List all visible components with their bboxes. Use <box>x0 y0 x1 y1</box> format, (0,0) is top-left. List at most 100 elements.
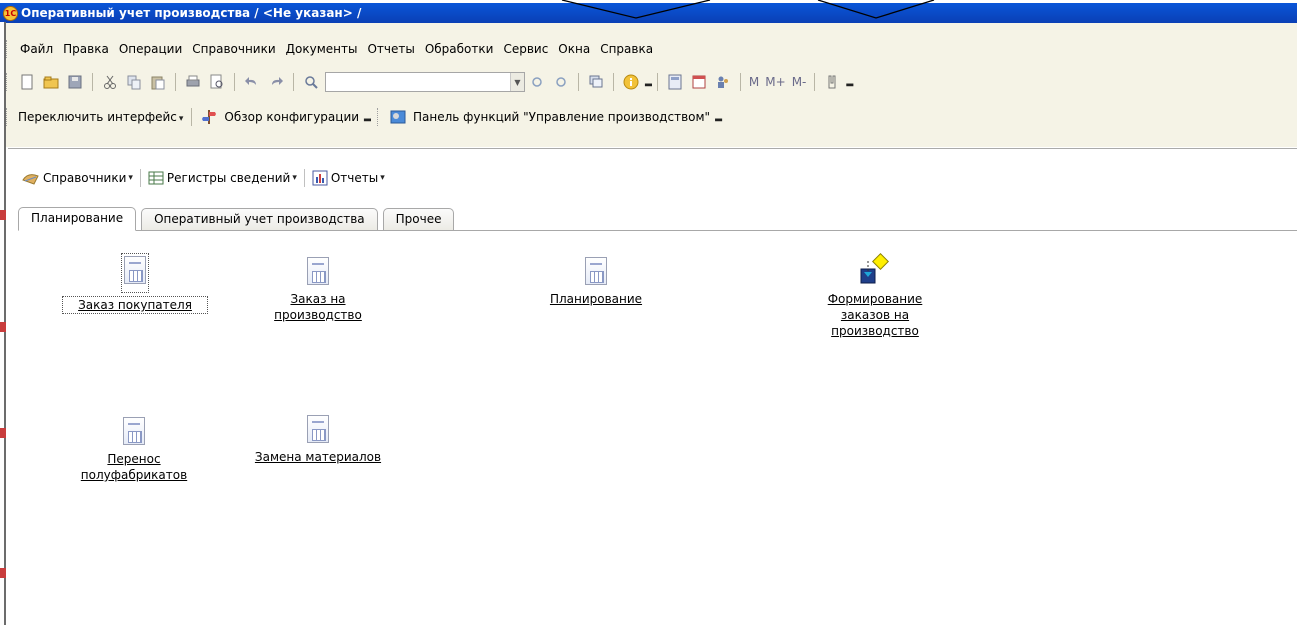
save-icon[interactable] <box>65 72 85 92</box>
edge-mark <box>0 210 6 220</box>
toolbar-separator <box>175 73 176 91</box>
edge-mark <box>0 428 6 438</box>
command-label-line: Замена материалов <box>254 450 382 464</box>
form-production-orders-command[interactable]: Формирование заказов на производство <box>814 253 936 339</box>
chevron-down-icon: ▾ <box>128 173 133 183</box>
standard-toolbar: ▼ ▂ M M+ M- ▂ <box>0 67 1297 97</box>
registers-dropdown[interactable]: Регистры сведений ▾ <box>148 170 297 186</box>
config-overview-icon[interactable] <box>199 107 219 127</box>
action-separator <box>139 169 141 187</box>
print-preview-icon[interactable] <box>207 72 227 92</box>
users-icon[interactable] <box>713 72 733 92</box>
action-separator <box>303 169 305 187</box>
calendar-icon[interactable] <box>689 72 709 92</box>
functions-panel-icon[interactable] <box>388 107 408 127</box>
menu-documents[interactable]: Документы <box>281 39 363 59</box>
toolbar-grip[interactable] <box>6 73 9 91</box>
registers-label: Регистры сведений <box>166 171 291 185</box>
chevron-down-icon: ▾ <box>380 173 385 183</box>
menu-catalogs[interactable]: Справочники <box>187 39 280 59</box>
search-combo[interactable]: ▼ <box>325 72 525 92</box>
open-folder-icon[interactable] <box>41 72 61 92</box>
find-previous-icon[interactable] <box>551 72 571 92</box>
edge-mark <box>0 568 6 578</box>
command-label-line: производство <box>274 308 362 322</box>
document-icon <box>123 417 145 445</box>
new-document-icon[interactable] <box>17 72 37 92</box>
app-logo-icon: 1С <box>3 5 18 21</box>
tools-icon[interactable] <box>822 72 842 92</box>
functions-panel: Справочники ▾ Регистры сведений ▾ Отчеты… <box>8 148 1297 625</box>
copy-icon[interactable] <box>124 72 144 92</box>
menu-help[interactable]: Справка <box>595 39 658 59</box>
title-bar: 1С Оперативный учет производства / <Не у… <box>0 3 1297 23</box>
focus-frame <box>121 253 149 293</box>
window-chrome: Файл Правка Операции Справочники Докумен… <box>0 23 1297 147</box>
toolbar-grip[interactable] <box>6 108 9 126</box>
data-processor-icon <box>857 253 893 285</box>
command-label-line: полуфабрикатов <box>80 468 188 482</box>
toolbar-separator <box>739 73 741 91</box>
planning-command[interactable]: Планирование <box>536 257 656 307</box>
customer-order-command[interactable]: Заказ покупателя <box>62 253 208 314</box>
command-label-line: производство <box>831 324 919 338</box>
memory-add-button[interactable]: M+ <box>765 75 785 89</box>
chevron-down-icon[interactable]: ▂ <box>846 77 853 87</box>
toolbar-separator <box>293 73 294 91</box>
tab-other[interactable]: Прочее <box>382 208 455 230</box>
redo-icon[interactable] <box>266 72 286 92</box>
memory-store-button[interactable]: M <box>749 75 759 89</box>
command-label-line: Перенос <box>107 452 161 466</box>
switch-interface-label: Переключить интерфейс <box>18 110 177 124</box>
tab-planning[interactable]: Планирование <box>18 207 137 231</box>
print-icon[interactable] <box>183 72 203 92</box>
menu-edit[interactable]: Правка <box>58 39 114 59</box>
chevron-down-icon[interactable]: ▂ <box>715 112 722 122</box>
cut-icon[interactable] <box>100 72 120 92</box>
toolbar-separator <box>656 73 658 91</box>
memory-subtract-button[interactable]: M- <box>792 75 807 89</box>
document-icon <box>585 257 607 285</box>
paste-icon[interactable] <box>148 72 168 92</box>
production-order-command[interactable]: Заказ на производство <box>258 257 378 323</box>
reports-label: Отчеты <box>330 171 379 185</box>
menu-service[interactable]: Сервис <box>498 39 553 59</box>
toolbar-separator <box>613 73 614 91</box>
reports-dropdown[interactable]: Отчеты ▾ <box>312 170 385 186</box>
menu-file[interactable]: Файл <box>15 39 58 59</box>
toolbar-separator <box>814 73 816 91</box>
config-overview-button[interactable]: Обзор конфигурации <box>224 110 359 124</box>
catalogs-dropdown[interactable]: Справочники ▾ <box>22 170 133 186</box>
menu-operations[interactable]: Операции <box>114 39 187 59</box>
menu-windows[interactable]: Окна <box>553 39 595 59</box>
info-icon[interactable] <box>621 72 641 92</box>
undo-icon[interactable] <box>242 72 262 92</box>
chevron-down-icon[interactable]: ▂ <box>364 112 371 122</box>
menu-grip[interactable] <box>6 40 9 58</box>
calculator-icon[interactable] <box>665 72 685 92</box>
command-label-line: заказов на <box>840 308 910 322</box>
toolbar-grip[interactable] <box>376 108 380 126</box>
window-title: Оперативный учет производства / <Не указ… <box>21 6 362 20</box>
chevron-down-icon: ▾ <box>292 173 297 183</box>
semifinished-transfer-command[interactable]: Перенос полуфабрикатов <box>74 417 194 483</box>
material-replacement-command[interactable]: Замена материалов <box>244 415 392 465</box>
find-icon[interactable] <box>301 72 321 92</box>
toolbar-separator <box>578 73 579 91</box>
windows-icon[interactable] <box>586 72 606 92</box>
document-icon <box>307 415 329 443</box>
find-next-icon[interactable] <box>527 72 547 92</box>
tab-production-accounting[interactable]: Оперативный учет производства <box>141 208 378 230</box>
functions-panel-button[interactable]: Панель функций "Управление производством… <box>413 110 710 124</box>
command-label-line: Заказ на <box>290 292 346 306</box>
toolbar-separator <box>191 108 193 126</box>
chevron-down-icon[interactable]: ▂ <box>645 77 652 87</box>
command-label: Заказ покупателя <box>62 296 208 314</box>
chevron-down-icon[interactable]: ▼ <box>510 73 524 91</box>
switch-interface-button[interactable]: Переключить интерфейс ▾ <box>18 110 183 124</box>
menu-processing[interactable]: Обработки <box>420 39 499 59</box>
panel-tabs: Планирование Оперативный учет производст… <box>18 207 1297 231</box>
command-label: Заказ на производство <box>258 291 378 323</box>
menu-reports[interactable]: Отчеты <box>362 39 419 59</box>
command-label-line: Планирование <box>549 292 643 306</box>
